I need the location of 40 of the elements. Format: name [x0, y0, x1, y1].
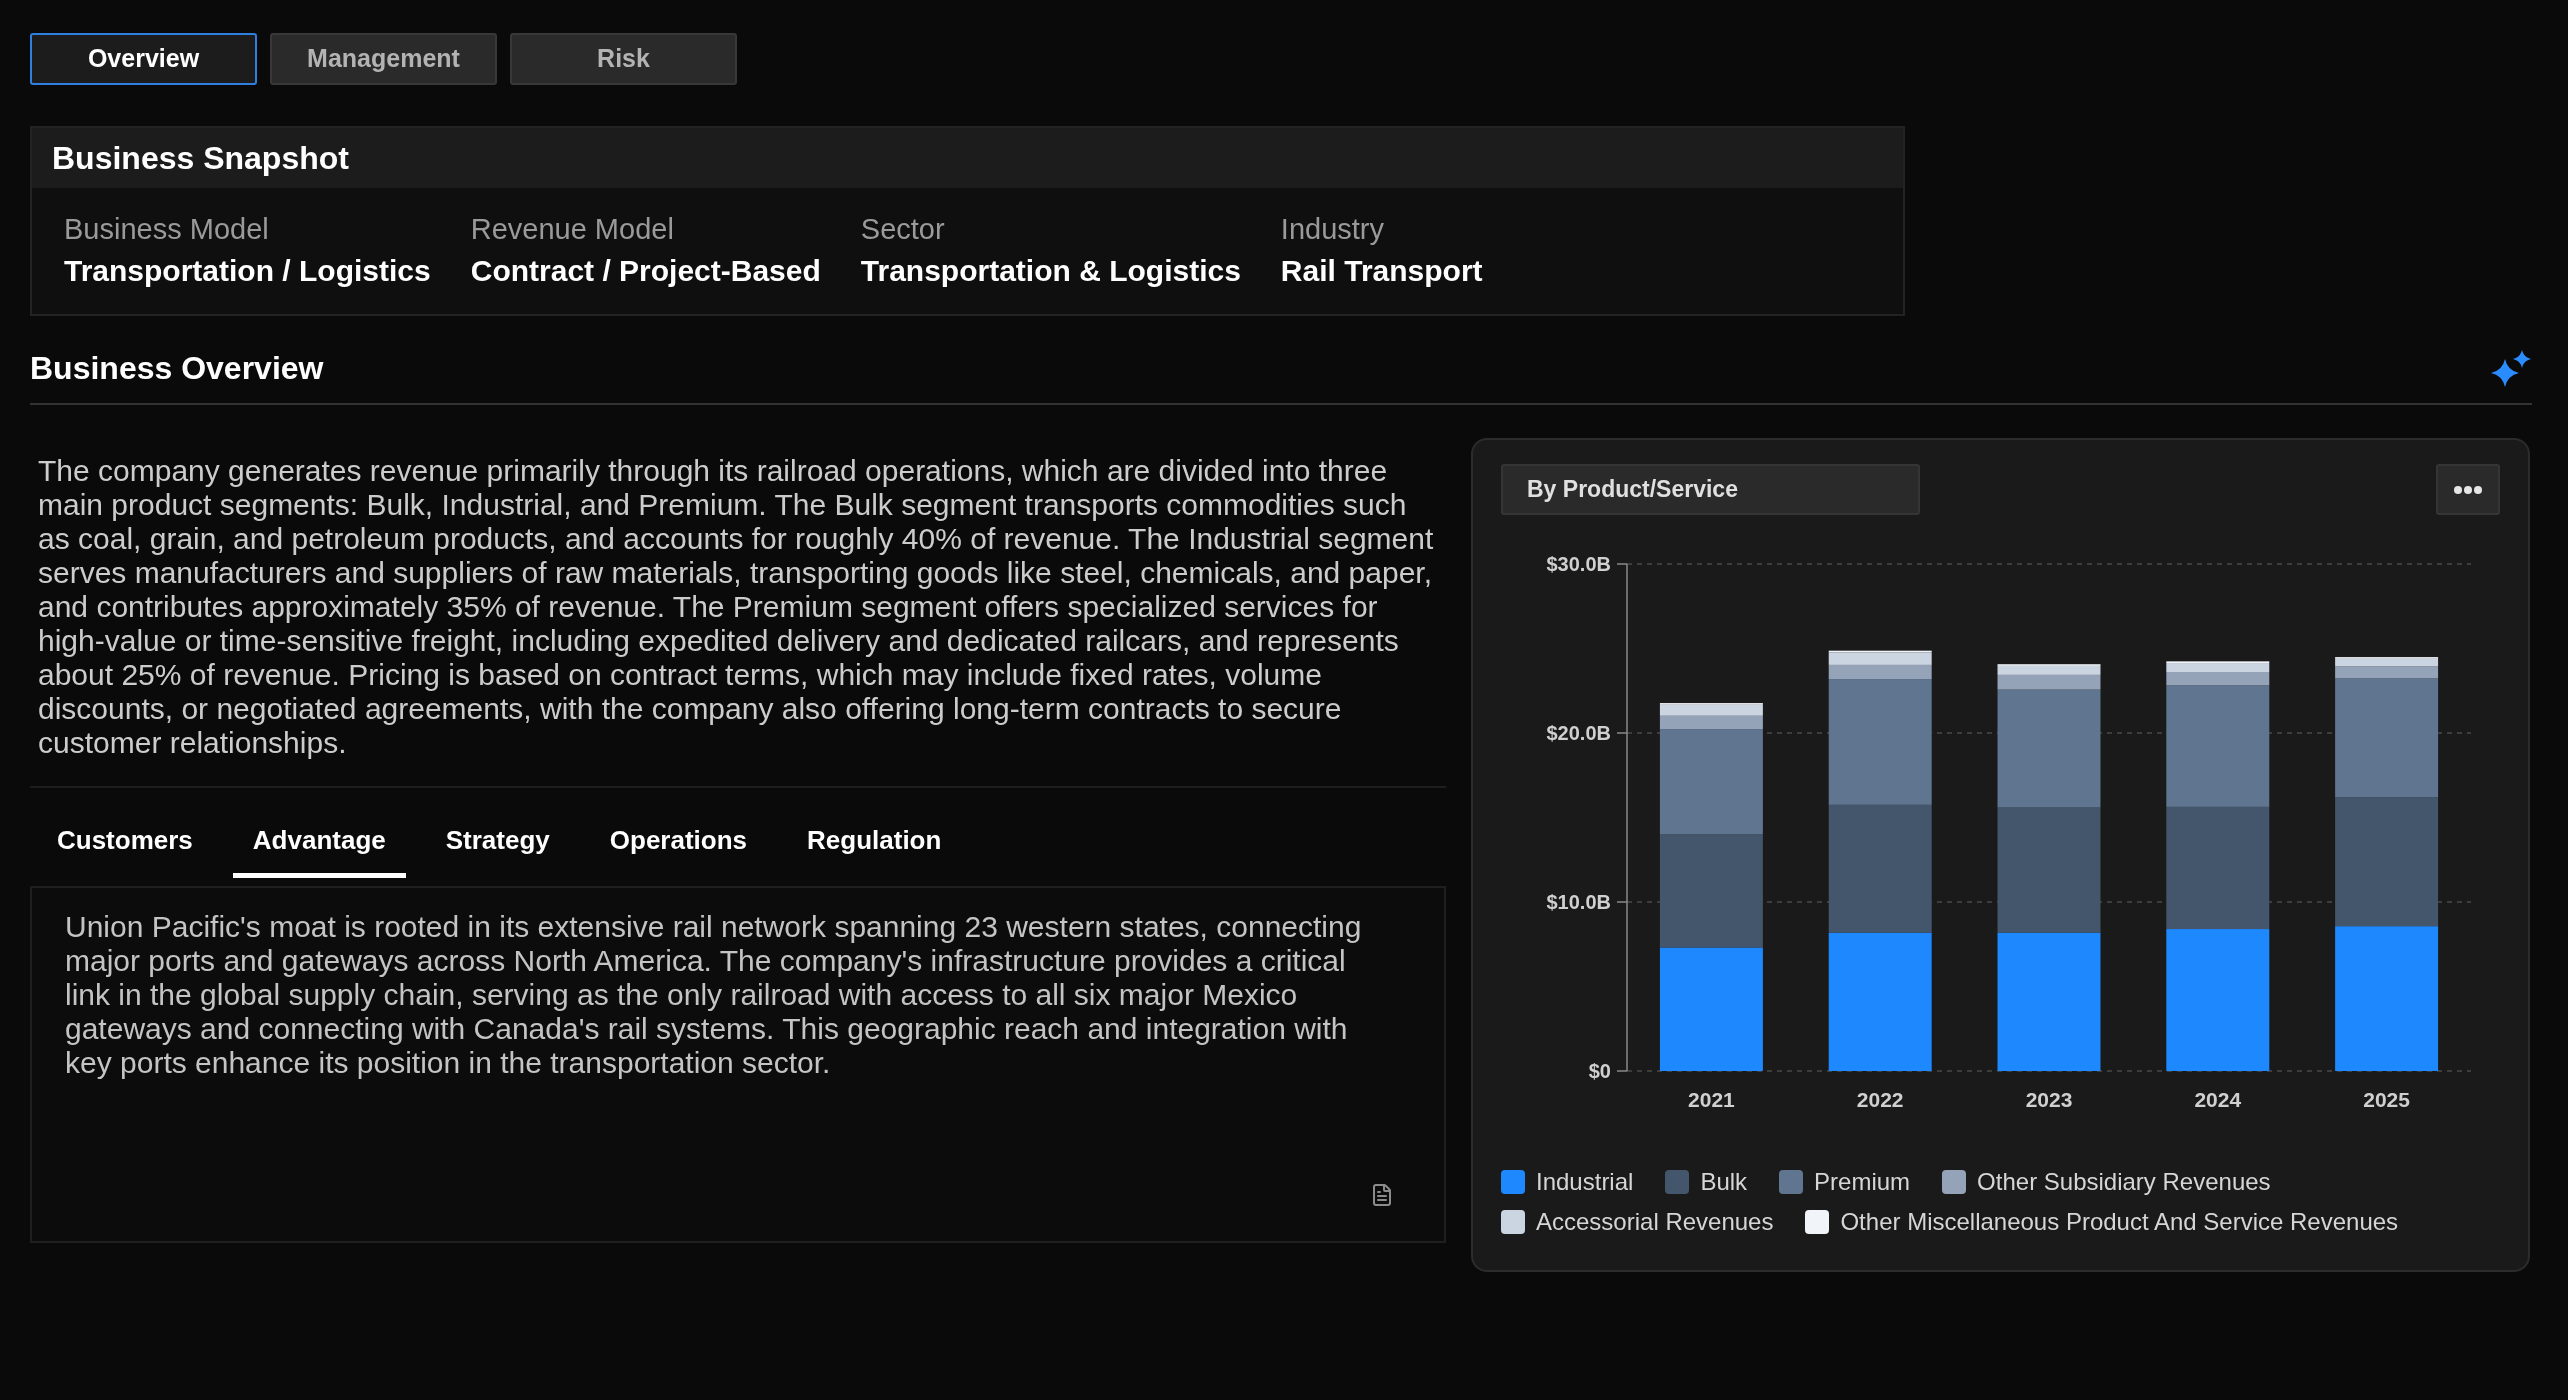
- section-tab[interactable]: Management: [270, 33, 497, 85]
- overview-paragraph: The company generates revenue primarily through its railroad operations, which are divided into three main product segments: Bulk, Industrial, and Premium. The Bulk segment transports commodities such as coal, grain, and petroleum products, and accounts for roughly 40% of revenue. The Industrial segment serves manufacturers and suppliers of raw materials, transporting goods like steel, chemicals, and paper, and contributes approximately 35% of revenue. The Premium segment offers specialized services for high-value or time-sensitive freight, including expedited delivery and dedicated railcars, and represents about 25% of revenue. Pricing is based on contract terms, which may include fixed rates, volume discounts, or negotiated agreements, with the company also offering long-term contracts to secure customer relationships.: [38, 454, 1435, 760]
- sparkle-icon[interactable]: [2490, 349, 2532, 387]
- y-axis-label: $30.0B: [1546, 553, 1611, 575]
- field-label: Sector: [860, 212, 946, 246]
- x-axis-label: 2022: [1856, 1088, 1904, 1111]
- legend-label: Premium: [1814, 1167, 1911, 1197]
- content-tab[interactable]: Regulation: [787, 808, 962, 878]
- field-label: Industry: [1280, 212, 1386, 246]
- field-value: Contract / Project-Based: [470, 254, 821, 288]
- x-axis-label: 2021: [1688, 1088, 1735, 1111]
- legend-label: Bulk: [1700, 1167, 1748, 1197]
- section-tab[interactable]: Risk: [510, 33, 737, 85]
- more-dots-icon: [2454, 485, 2482, 494]
- content-tab[interactable]: Customers: [37, 808, 213, 878]
- legend-label: Other Miscellaneous Product And Service Revenues: [1840, 1207, 2399, 1237]
- legend-label: Other Subsidiary Revenues: [1977, 1167, 2271, 1197]
- field-label: Revenue Model: [470, 212, 675, 246]
- legend-label: Accessorial Revenues: [1536, 1207, 1774, 1237]
- view-dropdown[interactable]: By Product/Service: [1501, 464, 1920, 515]
- section-title: Business Overview: [30, 349, 324, 387]
- field-value: Transportation / Logistics: [64, 254, 431, 288]
- field-value: Transportation & Logistics: [860, 254, 1241, 288]
- x-axis-label: 2025: [2363, 1088, 2410, 1111]
- x-axis-label: 2023: [2025, 1088, 2073, 1111]
- field-value: Rail Transport: [1280, 254, 1483, 288]
- y-axis-label: $10.0B: [1546, 891, 1611, 913]
- more-button[interactable]: [2436, 464, 2500, 515]
- section-tab[interactable]: Overview: [30, 33, 257, 85]
- y-axis-label: $20.0B: [1546, 722, 1611, 744]
- tab-content-text: Union Pacific's moat is rooted in its extensive rail network spanning 23 western states, connecting major ports and gateways across North America. The company's infrastructure provides a critical link in the global supply chain, serving as the only railroad with access to all six major Mexico gateways and connecting with Canada's rail systems. This geographic reach and integration with key ports enhance its position in the transportation sector.: [65, 910, 1363, 1080]
- content-tab[interactable]: Strategy: [425, 808, 570, 878]
- content-tab[interactable]: Operations: [589, 808, 768, 878]
- card-title: Business Snapshot: [52, 139, 349, 178]
- field-label: Business Model: [64, 212, 270, 246]
- y-axis-label: $0: [1588, 1060, 1611, 1082]
- content-tab[interactable]: Advantage: [232, 808, 406, 878]
- document-icon[interactable]: [1370, 1183, 1394, 1207]
- x-axis-label: 2024: [2194, 1088, 2242, 1111]
- legend-label: Industrial: [1536, 1167, 1634, 1197]
